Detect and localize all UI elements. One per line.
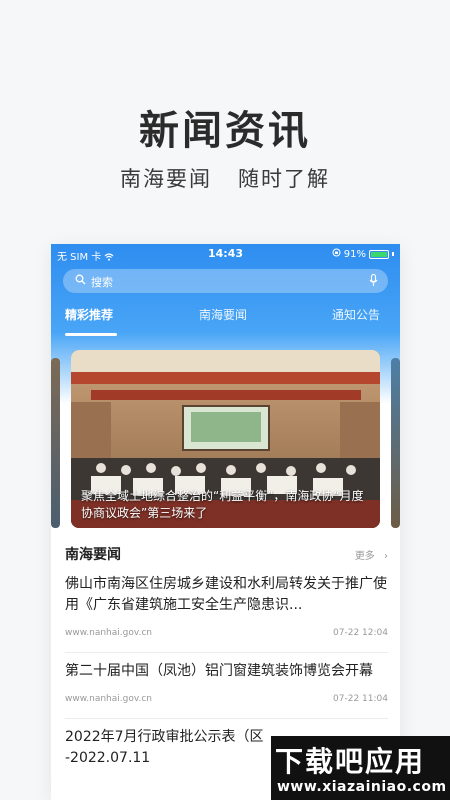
news-time: 07-22 12:04 <box>333 628 388 638</box>
search-placeholder: 搜索 <box>91 276 113 289</box>
more-label: 更多 <box>354 551 375 562</box>
section-header: 南海要闻 更多 › <box>65 544 388 564</box>
news-meta: www.nanhai.gov.cn 07-22 11:04 <box>65 694 388 710</box>
news-meta: www.nanhai.gov.cn 07-22 12:04 <box>65 628 388 644</box>
news-time: 07-22 11:04 <box>333 694 388 704</box>
status-bar: 无 SIM 卡 14:43 91% <box>51 244 400 264</box>
chevron-right-icon: › <box>384 551 388 562</box>
news-item[interactable]: 佛山市南海区住房城乡建设和水利局转发关于推广使用《广东省建筑施工安全生产隐患识.… <box>65 574 388 653</box>
section-title: 南海要闻 <box>65 547 121 563</box>
tab-featured[interactable]: 精彩推荐 <box>65 306 113 323</box>
more-link[interactable]: 更多 › <box>355 547 388 562</box>
promo-title: 新闻资讯 <box>139 108 311 154</box>
search-icon <box>75 274 86 288</box>
battery-icon <box>369 249 389 259</box>
banner-card[interactable]: 聚焦全域土地综合整治的“利益平衡”，南海政协“月度协商议政会”第三场来了 <box>71 350 380 528</box>
tab-notices[interactable]: 通知公告 <box>332 306 380 323</box>
news-item[interactable]: 第二十届中国（凤池）铝门窗建筑装饰博览会开幕 www.nanhai.gov.cn… <box>65 661 388 719</box>
banner-next-peek[interactable] <box>391 358 400 528</box>
banner-caption: 聚焦全域土地综合整治的“利益平衡”，南海政协“月度协商议政会”第三场来了 <box>81 489 364 520</box>
rotation-lock-icon <box>332 248 341 260</box>
phone-screen: 无 SIM 卡 14:43 91% 搜索 精彩推荐 南海要闻 通知公告 聚焦全域… <box>51 244 400 800</box>
status-right: 91% <box>332 248 394 260</box>
news-source: www.nanhai.gov.cn <box>65 628 152 638</box>
banner-prev-peek[interactable] <box>51 358 60 528</box>
battery-percent: 91% <box>343 248 366 260</box>
tab-nanhai-news[interactable]: 南海要闻 <box>199 306 247 323</box>
watermark-logo: 下载吧应用 www.xiazainiao.com <box>271 736 450 800</box>
battery-tip <box>392 252 394 256</box>
promo-subtitle: 南海要闻 随时了解 <box>119 167 331 191</box>
watermark-url: www.xiazainiao.com <box>277 779 447 795</box>
tab-bar: 精彩推荐 南海要闻 通知公告 <box>51 306 400 336</box>
news-source: www.nanhai.gov.cn <box>65 694 152 704</box>
search-input[interactable]: 搜索 <box>63 269 388 293</box>
active-tab-indicator <box>65 333 117 336</box>
news-title: 佛山市南海区住房城乡建设和水利局转发关于推广使用《广东省建筑施工安全生产隐患识.… <box>65 576 387 613</box>
news-title: 第二十届中国（凤池）铝门窗建筑装饰博览会开幕 <box>65 663 373 679</box>
microphone-icon[interactable] <box>369 273 378 290</box>
watermark-main: 下载吧应用 <box>275 745 426 778</box>
